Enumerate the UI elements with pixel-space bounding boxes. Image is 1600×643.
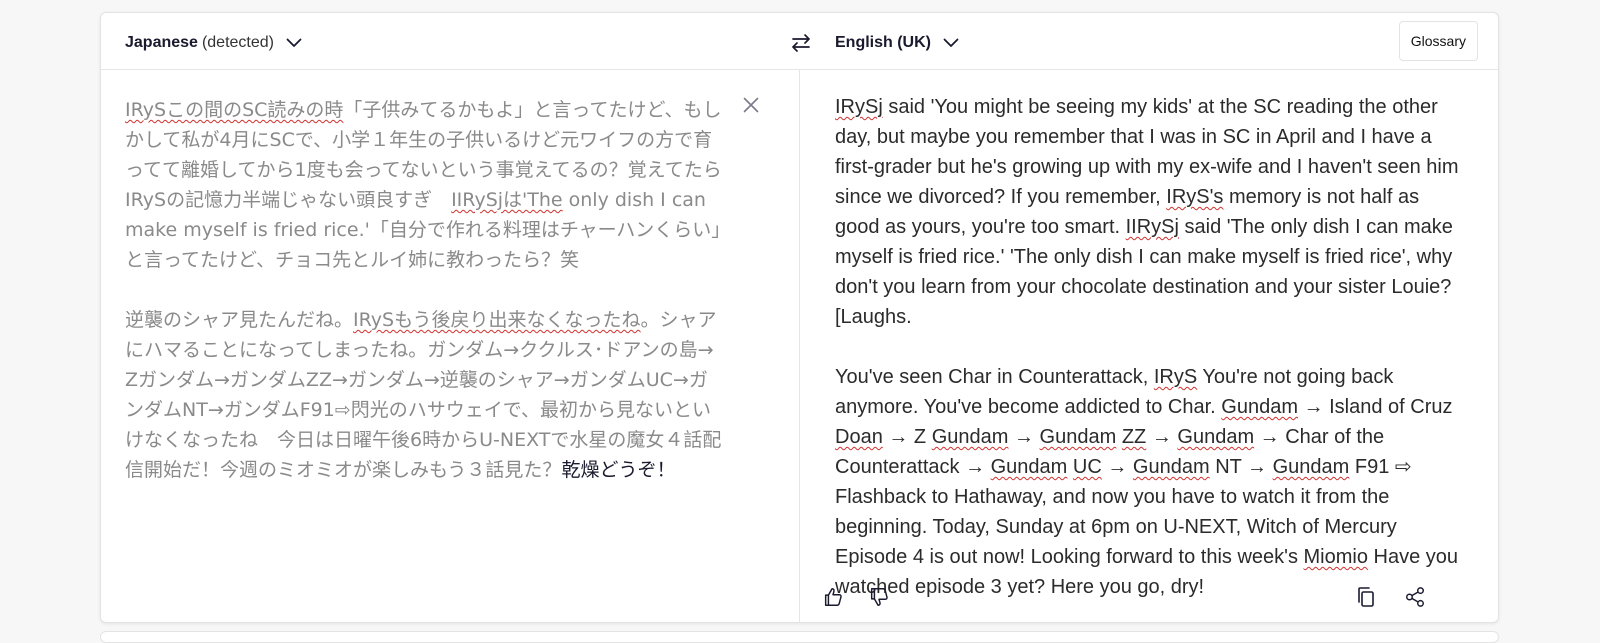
next-card-edge [100,631,1499,643]
spellcheck-word: IRyS's [1166,186,1224,208]
pane-divider [799,70,800,623]
spellcheck-word: IIRySj [1125,216,1179,238]
text-segment: → [1008,426,1040,448]
text-segment: → Z [882,426,932,448]
text-segment: → Island of Cruz [1298,396,1453,418]
spellcheck-word: IRySもう後戻り出来なくなったね [353,309,641,331]
spellcheck-word: IIRySjは'The [451,189,563,211]
spellcheck-word: IRySこの間のSC読みの時 [125,99,344,121]
spellcheck-word: IRySj [835,96,883,118]
chevron-down-icon [286,38,302,47]
glossary-button[interactable]: Glossary [1398,21,1478,61]
thumbs-down-icon [870,588,888,606]
close-icon [743,97,759,113]
thumbs-up-icon [824,588,842,606]
target-language-selector[interactable]: English (UK) [835,32,959,54]
spellcheck-word: Doan [835,426,883,448]
text-segment: → [1101,456,1133,478]
share-button[interactable] [1401,583,1429,611]
text-segment: → [1146,426,1178,448]
text-segment: 乾燥どうぞ！ [561,459,676,481]
spellcheck-word: Gundam [1221,396,1299,418]
spellcheck-word: IRyS [1153,366,1198,388]
text-segment: 逆襲のシャア見たんだね。 [125,309,354,331]
translator-card: Japanese (detected) English (UK) Glossar… [100,12,1499,623]
translation-paragraph-1: IRySj said 'You might be seeing my kids'… [835,92,1465,332]
copy-icon [1358,587,1374,607]
clear-source-button[interactable] [741,95,761,115]
spellcheck-word: Gundam [1272,456,1350,478]
translator-header: Japanese (detected) English (UK) Glossar… [101,13,1498,70]
source-language-name: Japanese [125,34,198,51]
spellcheck-word: ZZ [1121,426,1147,448]
translation-output: IRySj said 'You might be seeing my kids'… [835,92,1465,632]
spellcheck-word: Gundam [1177,426,1255,448]
translation-paragraph-2: You've seen Char in Counterattack, IRyS … [835,362,1465,602]
source-language-selector[interactable]: Japanese (detected) [125,32,302,54]
chevron-down-icon [943,38,959,47]
share-icon [1406,587,1424,607]
spellcheck-word: UC [1072,456,1102,478]
source-paragraph-1: IRySこの間のSC読みの時「子供みてるかもよ」と言ってたけど、もしかして私が4… [125,95,725,275]
spellcheck-word: Miomio [1303,546,1368,568]
swap-arrows-icon [792,34,810,52]
thumbs-up-button[interactable] [819,583,847,611]
copy-button[interactable] [1352,583,1380,611]
spellcheck-word: Gundam [931,426,1009,448]
detected-label: (detected) [201,34,274,51]
source-text-input[interactable]: IRySこの間のSC読みの時「子供みてるかもよ」と言ってたけど、もしかして私が4… [125,95,725,515]
text-segment: 。シャアにハマることになってしまったね。ガンダム→ククルス･ドアンの島→Zガンダ… [125,309,722,481]
target-language-name: English (UK) [835,34,931,51]
spellcheck-word: Gundam [1039,426,1117,448]
swap-languages-button[interactable] [788,30,814,56]
spellcheck-word: Gundam [990,456,1068,478]
text-segment: NT → [1209,456,1273,478]
spellcheck-word: Gundam [1132,456,1210,478]
text-segment: You've seen Char in Counterattack, [835,366,1154,388]
thumbs-down-button[interactable] [865,583,893,611]
source-paragraph-2: 逆襲のシャア見たんだね。IRySもう後戻り出来なくなったね。シャアにハマることに… [125,305,725,485]
